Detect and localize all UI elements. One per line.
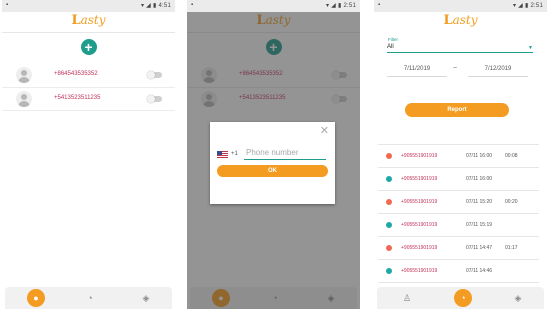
- call-duration: 01:17: [505, 245, 518, 251]
- status-time: 2:51: [343, 3, 356, 9]
- notification-icon: ▪: [378, 2, 381, 8]
- notification-icon: ▪: [191, 2, 194, 8]
- battery-icon: ▮: [153, 3, 157, 9]
- date-to-field[interactable]: 7/12/2019: [468, 66, 528, 77]
- report-button[interactable]: Report: [405, 103, 509, 117]
- add-number-dialog: ✕ +1 OK: [210, 122, 335, 204]
- call-status-dot: [386, 245, 392, 251]
- call-status-dot: [386, 153, 392, 159]
- status-time: 4:51: [158, 3, 171, 9]
- ok-button[interactable]: OK: [217, 165, 328, 177]
- divider: [2, 32, 175, 33]
- contact-number: +864543535352: [54, 71, 98, 77]
- call-row[interactable]: +905551901919 07/11 15:19: [374, 214, 547, 237]
- signal-icon: ◢: [146, 3, 151, 9]
- call-status-dot: [386, 268, 392, 274]
- call-date: 07/11 16:00: [466, 153, 493, 159]
- screen-report: ▪ ▾ ◢ ▮ 2:51 Lasty Filter All ▼ 7/11/2019 ~…: [374, 0, 547, 309]
- plus-icon: +: [84, 39, 93, 55]
- notification-icon: ▪: [6, 2, 9, 8]
- tag-icon[interactable]: ◈: [138, 290, 154, 306]
- avatar: [16, 91, 32, 107]
- status-bar: ▪ ▾ ◢ ▮ 2:51: [374, 0, 547, 12]
- chevron-down-icon: ▼: [528, 45, 533, 51]
- person-icon[interactable]: ♙: [399, 290, 415, 306]
- battery-icon: ▮: [338, 3, 342, 9]
- call-row[interactable]: +905551901919 07/11 16:00: [374, 168, 547, 191]
- tag-icon[interactable]: ◈: [510, 290, 526, 306]
- close-icon[interactable]: ✕: [320, 124, 329, 137]
- call-row[interactable]: +905551901919 07/11 16:00 00:08: [374, 145, 547, 168]
- contact-toggle[interactable]: [147, 71, 162, 79]
- call-number: +905551901919: [401, 176, 438, 182]
- us-flag-icon[interactable]: [217, 151, 228, 158]
- signal-icon: ◢: [331, 3, 336, 9]
- app-logo: Lasty: [71, 13, 106, 28]
- call-duration: 00:08: [505, 153, 518, 159]
- date-from-field[interactable]: 7/11/2019: [387, 66, 447, 77]
- filter-value: All: [387, 44, 394, 50]
- call-row[interactable]: +905551901919 07/11 14:47 01:17: [374, 237, 547, 260]
- call-date: 07/11 15:20: [466, 199, 493, 205]
- call-number: +905551901919: [401, 245, 438, 251]
- status-bar: ▪ ▾ ◢ ▮ 4:51: [2, 0, 175, 12]
- bottom-navigation: ● ◔ ◈: [5, 287, 172, 309]
- call-duration: 00:20: [505, 199, 518, 205]
- call-report-icon[interactable]: ◔: [454, 289, 472, 307]
- contact-row[interactable]: +864543535352: [2, 64, 175, 86]
- status-bar: ▪ ▾ ◢ ▮ 2:51: [187, 0, 360, 12]
- status-time: 2:51: [530, 3, 543, 9]
- divider: [378, 282, 539, 283]
- contact-toggle[interactable]: [147, 95, 162, 103]
- screen-contacts: ▪ ▾ ◢ ▮ 4:51 Lasty + +864543535352 +5413523…: [2, 0, 175, 309]
- call-date: 07/11 16:00: [466, 176, 493, 182]
- call-row[interactable]: +905551901919 07/11 15:20 00:20: [374, 191, 547, 214]
- call-date: 07/11 14:47: [466, 245, 493, 251]
- person-icon[interactable]: ●: [27, 289, 45, 307]
- call-number: +905551901919: [401, 268, 438, 274]
- call-number: +905551901919: [401, 153, 438, 159]
- call-status-dot: [386, 176, 392, 182]
- call-status-dot: [386, 199, 392, 205]
- avatar: [16, 67, 32, 83]
- battery-icon: ▮: [525, 3, 529, 9]
- call-number: +905551901919: [401, 222, 438, 228]
- signal-icon: ◢: [518, 3, 523, 9]
- app-logo: Lasty: [443, 13, 478, 28]
- date-separator: ~: [453, 65, 458, 72]
- call-status-dot: [386, 222, 392, 228]
- filter-dropdown[interactable]: All ▼: [387, 44, 533, 53]
- add-contact-button[interactable]: +: [80, 39, 97, 55]
- screen-add-number: ▪ ▾◢▮2:51 Lasty + +864543535352 +5413523…: [187, 0, 360, 309]
- call-date: 07/11 14:46: [466, 268, 493, 274]
- wifi-icon: ▾: [325, 3, 330, 9]
- contact-row[interactable]: +5413523511235: [2, 88, 175, 110]
- call-date: 07/11 15:19: [466, 222, 493, 228]
- wifi-icon: ▾: [512, 3, 517, 9]
- country-code[interactable]: +1: [231, 151, 238, 157]
- phone-number-input[interactable]: [244, 145, 326, 160]
- call-report-icon[interactable]: ◔: [82, 290, 98, 306]
- bottom-navigation: ♙ ◔ ◈: [377, 287, 544, 309]
- call-row[interactable]: +905551901919 07/11 14:46: [374, 260, 547, 283]
- filter-label: Filter: [388, 37, 398, 42]
- call-number: +905551901919: [401, 199, 438, 205]
- contact-number: +5413523511235: [54, 95, 101, 101]
- wifi-icon: ▾: [140, 3, 145, 9]
- divider: [2, 110, 175, 111]
